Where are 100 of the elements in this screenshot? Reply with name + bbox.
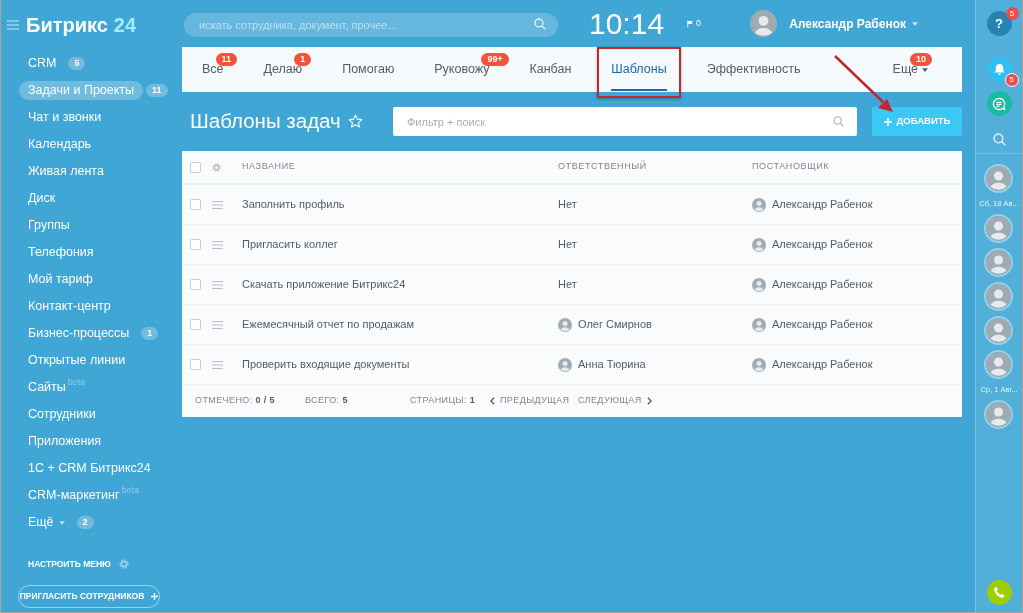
counter-badge: 5: [68, 57, 86, 70]
call-button[interactable]: [986, 580, 1012, 605]
counter-badge: 1: [141, 327, 159, 340]
responsible-name: Нет: [558, 237, 577, 253]
tab[interactable]: Еще 10: [872, 47, 948, 92]
sidebar-item[interactable]: 1С + CRM Битрикс24: [19, 459, 160, 478]
counter-badge: 2: [76, 516, 94, 529]
column-header[interactable]: ПОСТАНОВЩИК: [752, 160, 830, 174]
clock: 10:14: [589, 8, 665, 39]
sidebar-item[interactable]: Задачи и Проекты: [19, 81, 144, 100]
checkbox[interactable]: [190, 239, 201, 250]
task-name[interactable]: Проверить входящие документы: [242, 356, 410, 373]
checkbox[interactable]: [190, 319, 201, 330]
tab[interactable]: Руковожу 99+: [414, 47, 510, 92]
selected-count: ОТМЕЧЕНО: 0 / 5: [195, 394, 277, 408]
search-icon[interactable]: [833, 116, 844, 127]
sidebar-item[interactable]: Группы: [19, 216, 79, 235]
tab-counter: 99+: [481, 53, 509, 66]
sidebar-item[interactable]: Чат и звонки: [19, 108, 111, 127]
menu-icon[interactable]: [212, 200, 223, 209]
sidebar-item[interactable]: Мой тариф: [19, 270, 102, 289]
task-name[interactable]: Ежемесячный отчет по продажам: [242, 316, 414, 333]
checkbox[interactable]: [190, 199, 201, 210]
menu-icon[interactable]: [212, 360, 223, 369]
tab[interactable]: Эффективность: [686, 47, 821, 92]
creator-name[interactable]: Александр Рабенок: [772, 236, 873, 253]
sidebar-item[interactable]: Ещё: [19, 513, 74, 532]
sidebar-item[interactable]: CRM: [19, 54, 66, 73]
column-header[interactable]: ОТВЕТСТВЕННЫЙ: [558, 160, 647, 174]
chevron-right-icon[interactable]: [646, 397, 652, 405]
sidebar-item[interactable]: Открытые линии: [19, 351, 135, 370]
beta-tag: beta: [67, 375, 86, 390]
tab[interactable]: Шаблоны: [591, 47, 687, 92]
tab-counter: 10: [910, 53, 932, 66]
tab[interactable]: Помогаю: [322, 47, 415, 92]
tab[interactable]: Все 11: [182, 47, 244, 92]
star-icon[interactable]: [347, 114, 363, 129]
user-name[interactable]: Александр Рабенок: [789, 14, 906, 33]
responsible-name[interactable]: Анна Тюрина: [578, 356, 646, 373]
flag-icon[interactable]: [687, 19, 694, 28]
next-link[interactable]: СЛЕДУЮЩАЯ: [578, 394, 642, 408]
responsible-name: Нет: [558, 277, 577, 293]
counter-badge: 11: [146, 84, 168, 97]
sidebar-item[interactable]: Диск: [19, 189, 65, 208]
tab[interactable]: Канбан: [509, 47, 592, 92]
menu-icon[interactable]: [212, 240, 223, 249]
invite-button[interactable]: ПРИГЛАСИТЬ СОТРУДНИКОВ: [18, 585, 160, 608]
menu-icon[interactable]: [212, 280, 223, 289]
beta-tag: beta: [121, 483, 139, 498]
user-avatar[interactable]: [986, 284, 1012, 309]
page-number: СТРАНИЦЫ: 1: [410, 394, 477, 408]
search-icon[interactable]: [992, 133, 1006, 146]
caret-icon[interactable]: [912, 21, 918, 26]
creator-name[interactable]: Александр Рабенок: [772, 356, 873, 373]
sidebar-item[interactable]: Бизнес-процессы: [19, 324, 139, 343]
sidebar-item[interactable]: Телефония: [19, 243, 103, 262]
task-name[interactable]: Пригласить коллег: [242, 236, 338, 253]
flag-count: 0: [696, 16, 702, 30]
settings-link[interactable]: НАСТРОИТЬ МЕНЮ: [28, 557, 111, 571]
plus-icon: [883, 117, 892, 126]
checkbox[interactable]: [190, 279, 201, 290]
user-avatar[interactable]: [750, 10, 778, 37]
user-avatar[interactable]: [986, 352, 1012, 377]
chevron-left-icon[interactable]: [490, 397, 495, 405]
tab-counter: 11: [215, 53, 238, 66]
logo[interactable]: Битрикс 24: [26, 15, 137, 35]
user-avatar[interactable]: [986, 250, 1012, 275]
phone-icon: [992, 586, 1006, 599]
user-avatar[interactable]: [986, 166, 1012, 191]
task-name[interactable]: Скачать приложение Битрикс24: [242, 276, 406, 293]
previous-link[interactable]: ПРЕДЫДУЩАЯ: [500, 394, 570, 408]
chat-button[interactable]: [986, 91, 1012, 116]
menu-icon[interactable]: [212, 320, 223, 329]
tab[interactable]: Делаю 1: [243, 47, 323, 92]
creator-name[interactable]: Александр Рабенок: [772, 276, 873, 293]
creator-name[interactable]: Александр Рабенок: [772, 316, 873, 333]
creator-name[interactable]: Александр Рабенок: [772, 196, 873, 213]
user-avatar[interactable]: [986, 318, 1012, 343]
add-button[interactable]: ДОБАВИТЬ: [872, 107, 962, 136]
filter-field[interactable]: Фильтр + поиск: [393, 107, 857, 136]
responsible-name[interactable]: Олег Смирнов: [578, 316, 652, 333]
task-name[interactable]: Заполнить профиль: [242, 196, 345, 213]
checkbox[interactable]: [190, 161, 201, 173]
search-icon[interactable]: [534, 17, 546, 30]
sidebar-item[interactable]: Сотрудники: [19, 405, 105, 424]
chat-icon: [992, 96, 1006, 111]
notifications-button[interactable]: [986, 57, 1012, 82]
bell-icon: [992, 63, 1006, 76]
sidebar-item[interactable]: Контакт-центр: [19, 297, 120, 316]
plus-icon: [151, 593, 159, 600]
sidebar-item[interactable]: Живая лента: [19, 162, 113, 181]
responsible-name: Нет: [558, 197, 577, 213]
user-avatar[interactable]: [986, 402, 1012, 427]
sidebar-item[interactable]: Приложения: [19, 432, 111, 451]
total-count: ВСЕГО: 5: [305, 394, 349, 408]
settings-icon[interactable]: [212, 162, 221, 172]
column-header[interactable]: НАЗВАНИЕ: [242, 160, 296, 174]
checkbox[interactable]: [190, 359, 201, 370]
user-avatar[interactable]: [986, 216, 1012, 241]
sidebar-item[interactable]: Календарь: [19, 135, 101, 154]
